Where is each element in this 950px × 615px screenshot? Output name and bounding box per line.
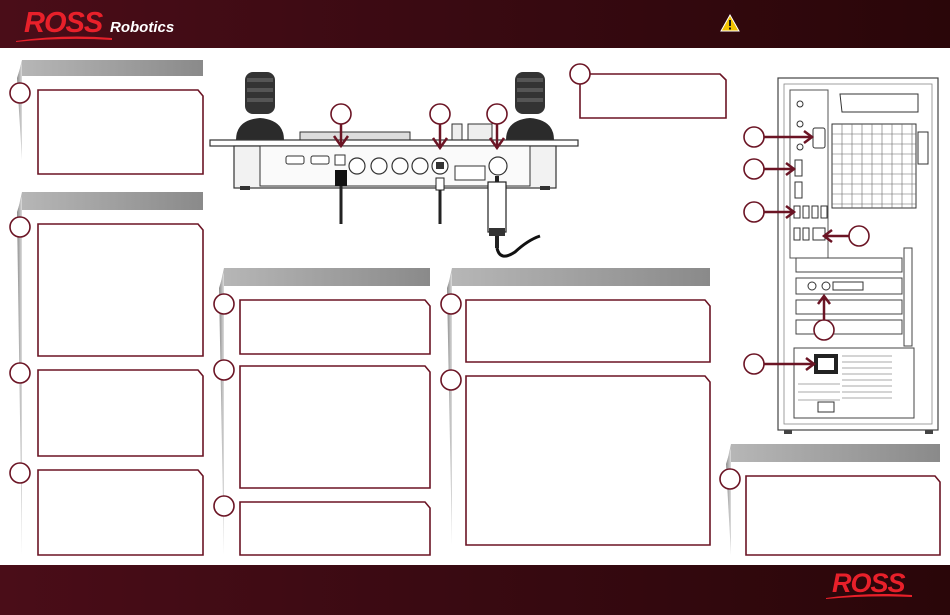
- setup-diagram: [9, 60, 941, 556]
- left-panel-2: [9, 192, 204, 556]
- left-panel-1: [9, 60, 204, 175]
- pc-panel: [719, 444, 941, 556]
- footer-bar: [0, 565, 950, 615]
- pc-tower-rear: [777, 77, 939, 434]
- footer-swoosh-icon: [826, 594, 912, 599]
- right-middle-panel: [440, 268, 711, 546]
- left-joystick-icon: [236, 72, 284, 140]
- joystick-controller: [209, 72, 579, 258]
- middle-panel: [213, 268, 431, 556]
- right-joystick-icon: [506, 72, 554, 140]
- top-callout: [569, 63, 727, 119]
